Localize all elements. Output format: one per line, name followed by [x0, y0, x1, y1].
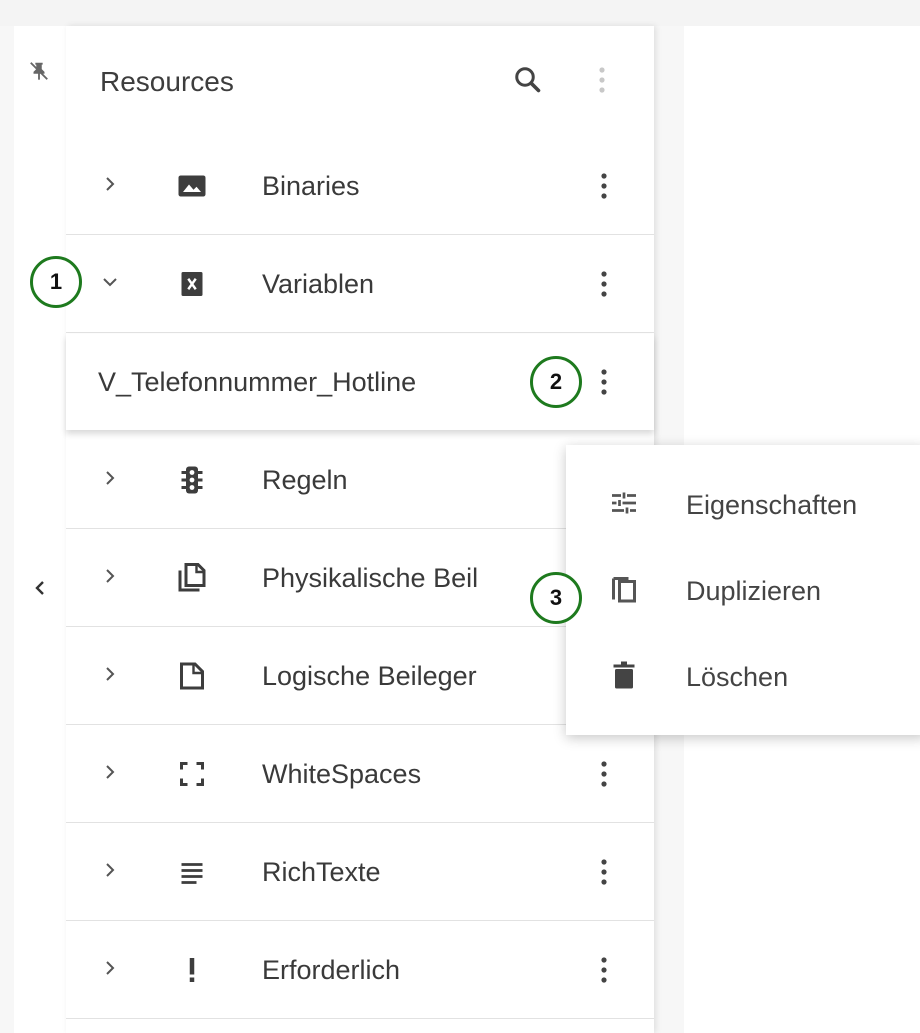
more-vert-icon[interactable] [594, 756, 614, 792]
chevron-right-icon[interactable] [98, 564, 122, 588]
tree-item-variablen[interactable]: Variablen [66, 236, 654, 333]
panel-title: Resources [100, 66, 234, 97]
note-icon [174, 658, 210, 694]
menu-item-label: Eigenschaften [686, 490, 858, 520]
tree-item-label: Physikalische Beil [262, 563, 479, 593]
pin-off-icon[interactable] [28, 60, 50, 82]
copy-icon [606, 571, 642, 607]
tree-item-label: RichTexte [262, 857, 381, 887]
library-books-icon [174, 560, 210, 596]
callout-marker-3: 3 [530, 572, 582, 624]
menu-item-duplizieren[interactable]: Duplizieren [566, 547, 920, 633]
search-icon[interactable] [510, 62, 546, 98]
tree-item-label: Binaries [262, 171, 360, 201]
context-menu: Eigenschaften Duplizieren Löschen [566, 445, 920, 735]
chevron-right-icon[interactable] [98, 466, 122, 490]
tree-item-label: Variablen [262, 269, 375, 299]
tree-item-label: WhiteSpaces [262, 759, 422, 789]
chevron-right-icon[interactable] [98, 172, 122, 196]
exclamation-icon [174, 952, 210, 988]
tree-item-label: Regeln [262, 465, 348, 495]
more-vert-icon[interactable] [592, 64, 612, 96]
chevron-right-icon[interactable] [98, 662, 122, 686]
menu-item-loeschen[interactable]: Löschen [566, 633, 920, 719]
callout-marker-1: 1 [30, 256, 82, 308]
chevron-right-icon[interactable] [98, 956, 122, 980]
tree-item-richtexte[interactable]: RichTexte [66, 824, 654, 921]
tune-icon [606, 485, 642, 521]
tree-item-label: Logische Beileger [262, 661, 477, 691]
menu-item-label: Duplizieren [686, 576, 822, 606]
tree-item-binaries[interactable]: Binaries [66, 138, 654, 235]
top-strip [0, 0, 920, 26]
image-icon [174, 168, 210, 204]
tree-item-whitespaces[interactable]: WhiteSpaces [66, 726, 654, 823]
menu-item-label: Löschen [686, 662, 789, 692]
traffic-light-icon [174, 462, 210, 498]
menu-item-eigenschaften[interactable]: Eigenschaften [566, 461, 920, 547]
tree-item-erforderlich[interactable]: Erforderlich [66, 922, 654, 1019]
more-vert-icon[interactable] [594, 364, 614, 400]
chevron-right-icon[interactable] [98, 760, 122, 784]
trash-icon [606, 657, 642, 693]
crop-free-icon [174, 756, 210, 792]
subject-icon [174, 854, 210, 890]
more-vert-icon[interactable] [594, 854, 614, 890]
variable-icon [174, 266, 210, 302]
chevron-left-icon[interactable] [28, 576, 52, 600]
more-vert-icon[interactable] [594, 266, 614, 302]
more-vert-icon[interactable] [594, 168, 614, 204]
tree-item-label: Erforderlich [262, 955, 401, 985]
callout-marker-2: 2 [530, 356, 582, 408]
chevron-down-icon[interactable] [98, 270, 122, 294]
panel-header: Resources [66, 26, 654, 136]
tree-child-label: V_Telefonnummer_Hotline [98, 367, 417, 397]
chevron-right-icon[interactable] [98, 858, 122, 882]
more-vert-icon[interactable] [594, 952, 614, 988]
left-rail [14, 26, 67, 1033]
